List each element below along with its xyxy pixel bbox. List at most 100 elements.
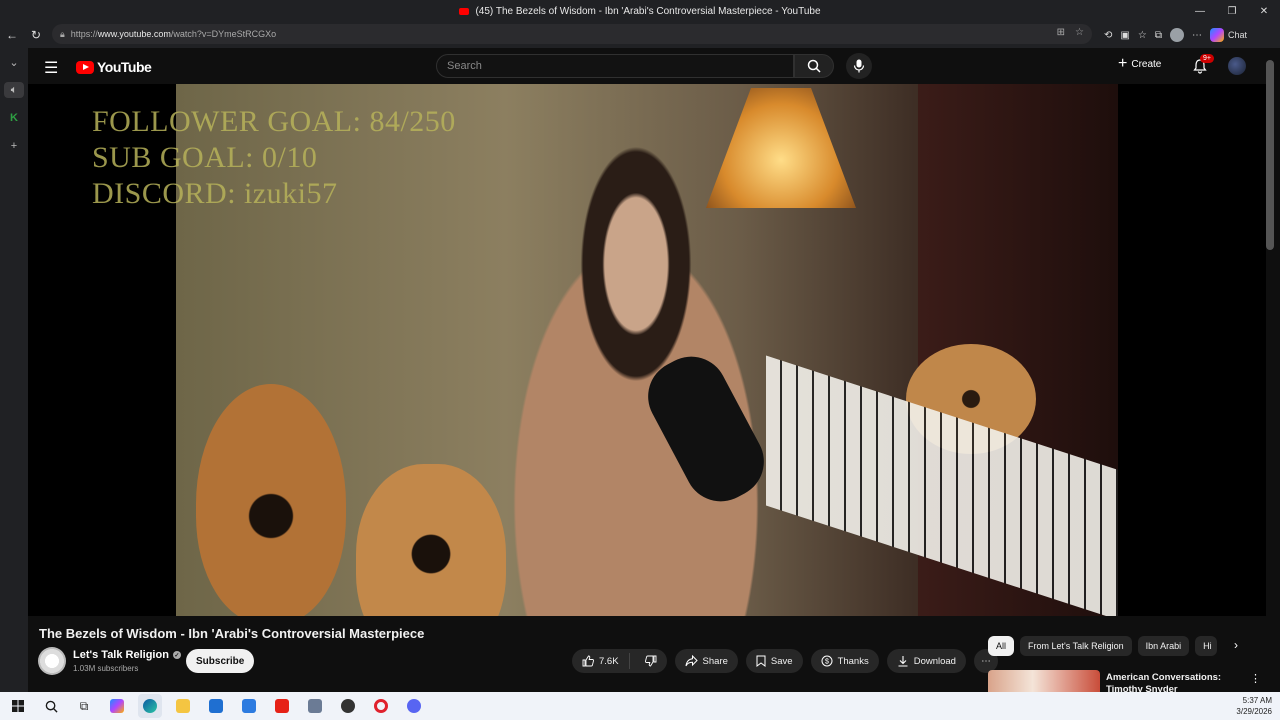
- youtube-app-icon: [275, 699, 289, 713]
- dislike-button[interactable]: [635, 655, 667, 667]
- maximize-button[interactable]: ❐: [1216, 0, 1248, 22]
- svg-text:$: $: [825, 659, 829, 666]
- edge-taskbar-button[interactable]: [138, 694, 162, 718]
- bookmark-icon: [756, 655, 766, 667]
- edge-icon: [143, 699, 157, 713]
- share-button[interactable]: Share: [674, 649, 738, 673]
- split-screen-icon[interactable]: ▣: [1120, 30, 1129, 41]
- opera-icon: [374, 699, 388, 713]
- taskbar-search-button[interactable]: [39, 694, 63, 718]
- app-button-1[interactable]: [303, 694, 327, 718]
- app-icon-1: [308, 699, 322, 713]
- extensions-icon[interactable]: ⟲: [1104, 30, 1112, 41]
- favorite-star-icon[interactable]: ☆: [1075, 27, 1084, 38]
- store-button[interactable]: [204, 694, 228, 718]
- collections-icon[interactable]: ⧉: [1155, 30, 1162, 41]
- discord-icon: [407, 699, 421, 713]
- window-title: (45) The Bezels of Wisdom - Ibn 'Arabi's…: [459, 5, 821, 17]
- menu-icon[interactable]: ☰: [44, 58, 58, 78]
- taskbar-search-icon: [45, 700, 58, 713]
- channel-avatar[interactable]: [38, 647, 66, 675]
- task-view-icon: ⧉: [79, 698, 89, 713]
- more-horizontal-icon: ⋯: [981, 655, 991, 667]
- youtube-play-icon: [76, 60, 94, 74]
- discord-button[interactable]: [402, 694, 426, 718]
- notification-badge: 9+: [1200, 54, 1214, 63]
- url-field[interactable]: 🔒︎ https://www.youtube.com/watch?v=DYmeS…: [52, 24, 1092, 44]
- voice-search-button[interactable]: [846, 53, 872, 79]
- profile-avatar[interactable]: [1169, 28, 1184, 42]
- chip-all[interactable]: All: [988, 636, 1015, 656]
- url-text: https://www.youtube.com/watch?v=DYmeStRC…: [70, 29, 277, 39]
- recommendation-title[interactable]: American Conversations: Timothy Snyder: [1106, 672, 1236, 692]
- share-icon: [685, 655, 698, 667]
- video-player[interactable]: FOLLOWER GOAL: 84/250 SUB GOAL: 0/10 DIS…: [28, 84, 1266, 616]
- window-title-text: (45) The Bezels of Wisdom - Ibn 'Arabi's…: [475, 5, 821, 17]
- youtube-app-button[interactable]: [270, 694, 294, 718]
- download-button[interactable]: Download: [886, 649, 966, 673]
- search-button[interactable]: [794, 54, 834, 78]
- opera-button[interactable]: [369, 694, 393, 718]
- tab-audio-icon[interactable]: 🔈︎: [4, 82, 24, 98]
- like-button[interactable]: 7.6K: [572, 653, 630, 669]
- microphone-icon: [853, 59, 865, 73]
- copilot-chat-button[interactable]: Chat: [1209, 28, 1247, 42]
- related-filter-chips: All From Let's Talk Religion Ibn Arabi H…: [988, 636, 1218, 656]
- file-explorer-button[interactable]: [171, 694, 195, 718]
- mail-button[interactable]: [237, 694, 261, 718]
- youtube-header: ☰ YouTube + Create 9+: [28, 48, 1280, 84]
- app-icon-2: [341, 699, 355, 713]
- recommendation-more-icon[interactable]: ⋮: [1250, 672, 1261, 685]
- thanks-label: Thanks: [837, 655, 869, 667]
- refresh-button[interactable]: ↻: [24, 23, 48, 47]
- video-info-section: The Bezels of Wisdom - Ibn 'Arabi's Cont…: [28, 616, 1280, 692]
- clock-date: 3/29/2026: [1236, 707, 1272, 716]
- new-tab-plus-icon[interactable]: +: [4, 138, 24, 154]
- tab-favicon-icon[interactable]: K: [4, 110, 24, 126]
- verified-icon: ✓: [172, 651, 181, 659]
- subscribe-button[interactable]: Subscribe: [186, 649, 255, 673]
- sidebar-collapse-icon[interactable]: ⌄: [4, 54, 24, 70]
- thanks-button[interactable]: $ Thanks: [810, 649, 879, 673]
- video-title: The Bezels of Wisdom - Ibn 'Arabi's Cont…: [39, 626, 425, 641]
- browser-title-bar: (45) The Bezels of Wisdom - Ibn 'Arabi's…: [0, 0, 1280, 22]
- more-menu-icon[interactable]: ⋯: [1192, 30, 1202, 41]
- like-dislike-group: 7.6K: [572, 649, 667, 673]
- save-button[interactable]: Save: [745, 649, 803, 673]
- minimize-button[interactable]: —: [1184, 0, 1216, 22]
- create-button[interactable]: + Create: [1118, 56, 1161, 72]
- youtube-logo[interactable]: YouTube: [76, 59, 152, 75]
- app-available-icon[interactable]: ⊞: [1057, 27, 1065, 38]
- logo-text: YouTube: [97, 59, 152, 75]
- chevron-right-icon[interactable]: ›: [1234, 638, 1238, 652]
- start-button[interactable]: [6, 694, 30, 718]
- copilot-icon: [1209, 28, 1224, 42]
- close-window-button[interactable]: ✕: [1248, 0, 1280, 22]
- search-input[interactable]: [447, 60, 793, 72]
- system-clock[interactable]: 5:37 AM 3/29/2026: [1236, 695, 1272, 717]
- thumbs-down-icon: [644, 655, 656, 667]
- follower-goal-text: FOLLOWER GOAL: 84/250: [92, 105, 456, 138]
- favorites-icon[interactable]: ☆: [1138, 30, 1147, 41]
- recommendation-thumbnail[interactable]: [988, 670, 1100, 692]
- discord-text: DISCORD: izuki57: [92, 177, 338, 210]
- streamer-figure: [466, 144, 806, 616]
- back-button[interactable]: ←: [0, 23, 24, 47]
- chip-ibn-arabi[interactable]: Ibn Arabi: [1137, 636, 1190, 656]
- user-avatar[interactable]: [1228, 57, 1246, 75]
- search-icon: [807, 59, 821, 73]
- copilot-taskbar-button[interactable]: [105, 694, 129, 718]
- store-icon: [209, 699, 223, 713]
- chat-label: Chat: [1227, 30, 1247, 40]
- channel-name-link[interactable]: Let's Talk Religion ✓: [73, 649, 181, 661]
- mandolin-shape: [196, 384, 346, 616]
- create-label: Create: [1131, 58, 1162, 70]
- chip-truncated[interactable]: Hi: [1195, 636, 1218, 656]
- task-view-button[interactable]: ⧉: [72, 694, 96, 718]
- lock-icon: 🔒︎: [60, 28, 65, 39]
- chip-from-channel[interactable]: From Let's Talk Religion: [1020, 636, 1132, 656]
- channel-name: Let's Talk Religion: [73, 649, 169, 661]
- clock-time: 5:37 AM: [1242, 696, 1272, 705]
- app-button-2[interactable]: [336, 694, 360, 718]
- page-scrollbar[interactable]: [1266, 60, 1274, 250]
